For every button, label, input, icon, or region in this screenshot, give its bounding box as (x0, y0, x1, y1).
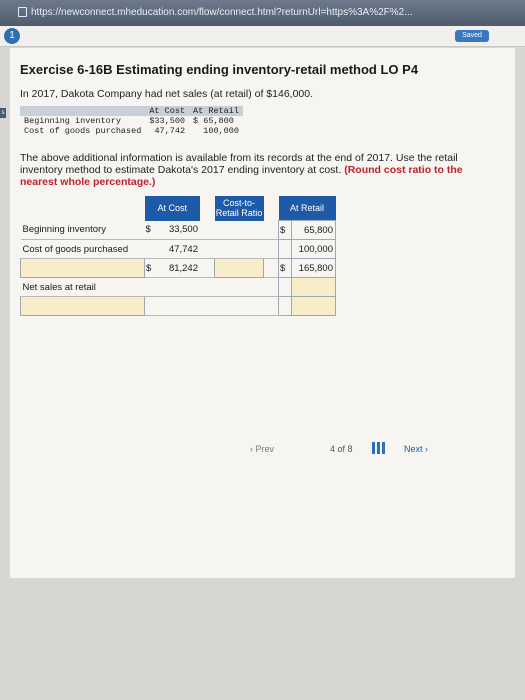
grid-icon[interactable] (372, 442, 386, 454)
retail-currency (278, 239, 292, 259)
cost-value[interactable]: 47,742 (157, 239, 200, 259)
table-row: Net sales at retail (20, 277, 336, 297)
row-label-input[interactable] (20, 258, 145, 278)
col-header-at-retail: At Retail (278, 196, 336, 221)
col-header-at-cost: At Cost (144, 196, 200, 221)
cost-value[interactable]: 33,500 (157, 220, 200, 240)
cost-currency: $ (144, 258, 157, 278)
table-row: Beginning inventory $ 33,500 $ 65,800 (20, 220, 336, 240)
retail-value[interactable]: 65,800 (291, 220, 336, 240)
next-label: Next (404, 444, 423, 454)
prev-button[interactable]: ‹ Prev (250, 444, 274, 454)
page-indicator: 4 of 8 (330, 444, 353, 454)
page-of: of 8 (337, 444, 353, 454)
row-label-input[interactable] (20, 296, 145, 316)
url-text: https://newconnect.mheducation.com/flow/… (31, 7, 413, 18)
exercise-title: Exercise 6-16B Estimating ending invento… (20, 62, 419, 77)
given-header-blank (20, 106, 146, 116)
given-row-retail: 100,000 (203, 126, 239, 136)
exercise-intro: In 2017, Dakota Company had net sales (a… (20, 88, 314, 100)
retail-value[interactable]: 100,000 (291, 239, 336, 259)
ending-inventory-retail-input[interactable] (291, 296, 336, 316)
row-label: Cost of goods purchased (20, 239, 145, 259)
side-tab[interactable]: s (0, 108, 6, 118)
cost-total-value[interactable]: 81,242 (157, 258, 200, 278)
given-row-label: Cost of goods purchased (24, 126, 142, 136)
instructions: The above additional information is avai… (20, 152, 500, 188)
retail-currency: $ (278, 258, 292, 278)
assignment-toolbar: 1 Saved (0, 26, 525, 47)
browser-url-bar[interactable]: https://newconnect.mheducation.com/flow/… (0, 0, 525, 26)
col-label-header (21, 196, 145, 221)
cost-currency (144, 239, 157, 259)
retail-method-table: At Cost Cost-to-Retail Ratio At Retail B… (20, 196, 336, 316)
given-row-cost: $33,500 (149, 116, 186, 126)
retail-total-value[interactable]: 165,800 (291, 258, 336, 278)
lock-icon (18, 7, 27, 18)
cost-ratio-input[interactable] (214, 258, 264, 278)
row-label: Net sales at retail (20, 277, 145, 297)
table-row (20, 296, 336, 316)
given-header-retail: At Retail (189, 106, 243, 116)
next-button[interactable]: Next › (404, 444, 428, 454)
cost-currency: $ (144, 220, 157, 240)
retail-currency: $ (278, 220, 292, 240)
col-header-ratio: Cost-to-Retail Ratio (214, 196, 264, 221)
given-row-label: Beginning inventory (24, 116, 121, 126)
row-label: Beginning inventory (20, 220, 145, 240)
prev-label: Prev (255, 444, 275, 454)
table-row: Cost of goods purchased 47,742 100,000 (20, 239, 336, 259)
given-header-cost: At Cost (145, 106, 190, 116)
saved-indicator: Saved (455, 30, 489, 42)
table-row: $ 81,242 $ 165,800 (20, 258, 336, 278)
given-row-cost: 47,742 (154, 126, 186, 136)
given-data-table: At Cost At Retail Beginning inventory $3… (20, 106, 243, 136)
question-number-badge: 1 (4, 28, 20, 44)
current-page: 4 (330, 444, 336, 454)
given-row-retail: $ 65,800 (193, 116, 234, 126)
net-sales-retail-input[interactable] (291, 277, 336, 297)
